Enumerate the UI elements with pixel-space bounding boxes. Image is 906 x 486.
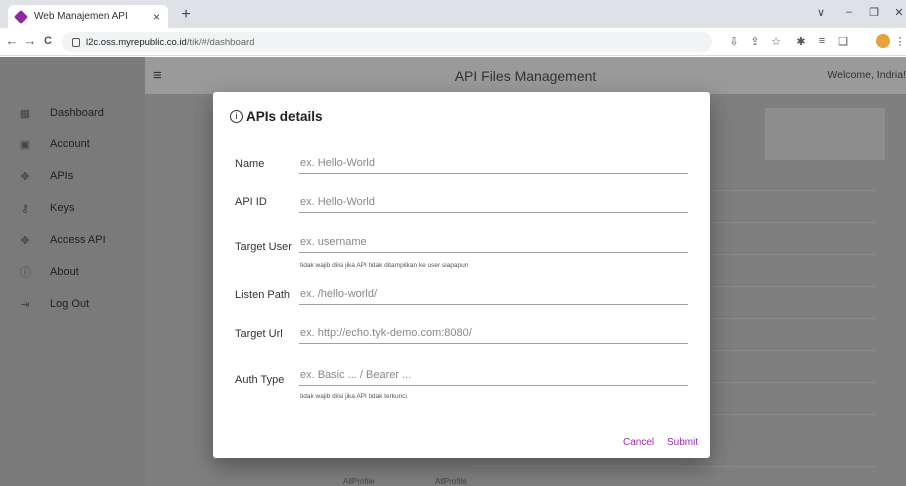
lock-icon	[72, 37, 80, 47]
target-user-field[interactable]	[299, 231, 688, 253]
sidebar-item-apis[interactable]: ✥ APIs	[0, 161, 145, 191]
favicon-icon	[13, 9, 29, 24]
name-field[interactable]	[299, 152, 688, 174]
tab-title: Web Manajemen API	[34, 11, 128, 22]
url-host: l2c.oss.myrepublic.co.id	[86, 36, 187, 48]
side-panel-icon[interactable]: ❑	[836, 35, 850, 48]
forward-icon[interactable]: →	[22, 33, 38, 48]
reload-icon[interactable]: C	[40, 35, 56, 47]
welcome-text: Welcome, Indria!	[827, 69, 906, 81]
submit-button[interactable]: Submit	[667, 437, 698, 448]
dialog-title-text: APIs details	[246, 109, 323, 124]
close-window-button[interactable]: ✕	[891, 6, 906, 19]
cancel-button[interactable]: Cancel	[623, 437, 654, 448]
extensions-icon[interactable]: ✱	[794, 35, 808, 48]
sidebar-item-label: Account	[50, 138, 90, 150]
dialog-title: i APIs details	[230, 109, 323, 124]
maximize-button[interactable]: ❐	[866, 6, 882, 19]
sidebar-item-logout[interactable]: ⇥ Log Out	[0, 289, 145, 319]
sidebar-item-label: Keys	[50, 202, 75, 214]
dashboard-icon: ▦	[19, 107, 31, 120]
target-user-label: Target User	[235, 241, 292, 253]
page-title: API Files Management	[454, 67, 597, 84]
profile-avatar[interactable]	[876, 34, 890, 48]
sidebar-item-label: APIs	[50, 170, 74, 182]
app-header: ≡ API Files Management Welcome, Indria!	[145, 57, 906, 94]
sidebar-item-label: Access API	[50, 234, 106, 246]
browser-tab[interactable]: Web Manajemen API ×	[8, 5, 168, 28]
listen-path-label: Listen Path	[235, 289, 291, 301]
reading-list-icon[interactable]: ≡	[815, 35, 829, 47]
sidebar-item-about[interactable]: ⓘ About	[0, 257, 145, 287]
sidebar-item-label: Log Out	[50, 298, 90, 310]
install-icon[interactable]: ⇩	[727, 35, 741, 48]
target-url-label: Target Url	[235, 328, 283, 340]
address-bar: ← → C l2c.oss.myrepublic.co.id/tik/#/das…	[0, 28, 906, 56]
api-id-field[interactable]	[299, 191, 688, 213]
sidebar-item-dashboard[interactable]: ▦ Dashboard	[0, 98, 145, 128]
url-field[interactable]: l2c.oss.myrepublic.co.id/tik/#/dashboard	[62, 32, 712, 52]
back-icon[interactable]: ←	[4, 33, 20, 48]
sidebar-item-account[interactable]: ▣ Account	[0, 129, 145, 159]
target-user-hint: tidak wajib diisi jika API tidak ditampi…	[300, 262, 469, 269]
name-label: Name	[235, 158, 265, 170]
sidebar-item-keys[interactable]: ⚷ Keys	[0, 193, 145, 223]
info-icon: i	[230, 110, 243, 123]
minimize-button[interactable]: –	[841, 6, 857, 18]
listen-path-field[interactable]	[299, 283, 688, 305]
apis-icon: ✥	[20, 170, 30, 183]
sidebar-item-access-api[interactable]: ✥ Access API	[0, 225, 145, 255]
share-icon[interactable]: ⇪	[748, 35, 762, 48]
table-cell: AllProfile	[435, 477, 467, 486]
browser-tab-bar: Web Manajemen API × + ∨ – ❐ ✕	[0, 0, 906, 28]
auth-type-label: Auth Type	[235, 374, 285, 386]
sidebar-item-label: Dashboard	[50, 107, 104, 119]
access-api-icon: ✥	[20, 234, 30, 247]
key-icon: ⚷	[20, 202, 30, 215]
table-cell: AllProfile	[343, 477, 375, 486]
api-id-label: API ID	[235, 196, 267, 208]
summary-panel	[765, 108, 885, 160]
new-tab-button[interactable]: +	[176, 6, 196, 24]
info-icon: ⓘ	[19, 267, 31, 279]
url-path: /tik/#/dashboard	[186, 36, 255, 48]
table-divider	[475, 466, 875, 467]
bookmark-star-icon[interactable]: ☆	[769, 35, 783, 48]
apis-details-dialog: i APIs details Name API ID Target User t…	[213, 92, 710, 458]
tab-close-icon[interactable]: ×	[153, 10, 160, 24]
auth-type-hint: tidak wajib diisi jika API tidak terkunc…	[300, 393, 407, 400]
account-icon: ▣	[19, 138, 31, 151]
more-menu-icon[interactable]: ⋮	[893, 35, 906, 48]
tab-search-icon[interactable]: ∨	[813, 6, 829, 19]
auth-type-field[interactable]	[299, 364, 688, 386]
target-url-field[interactable]	[299, 322, 688, 344]
logout-icon: ⇥	[20, 298, 30, 311]
sidebar-item-label: About	[50, 266, 79, 278]
